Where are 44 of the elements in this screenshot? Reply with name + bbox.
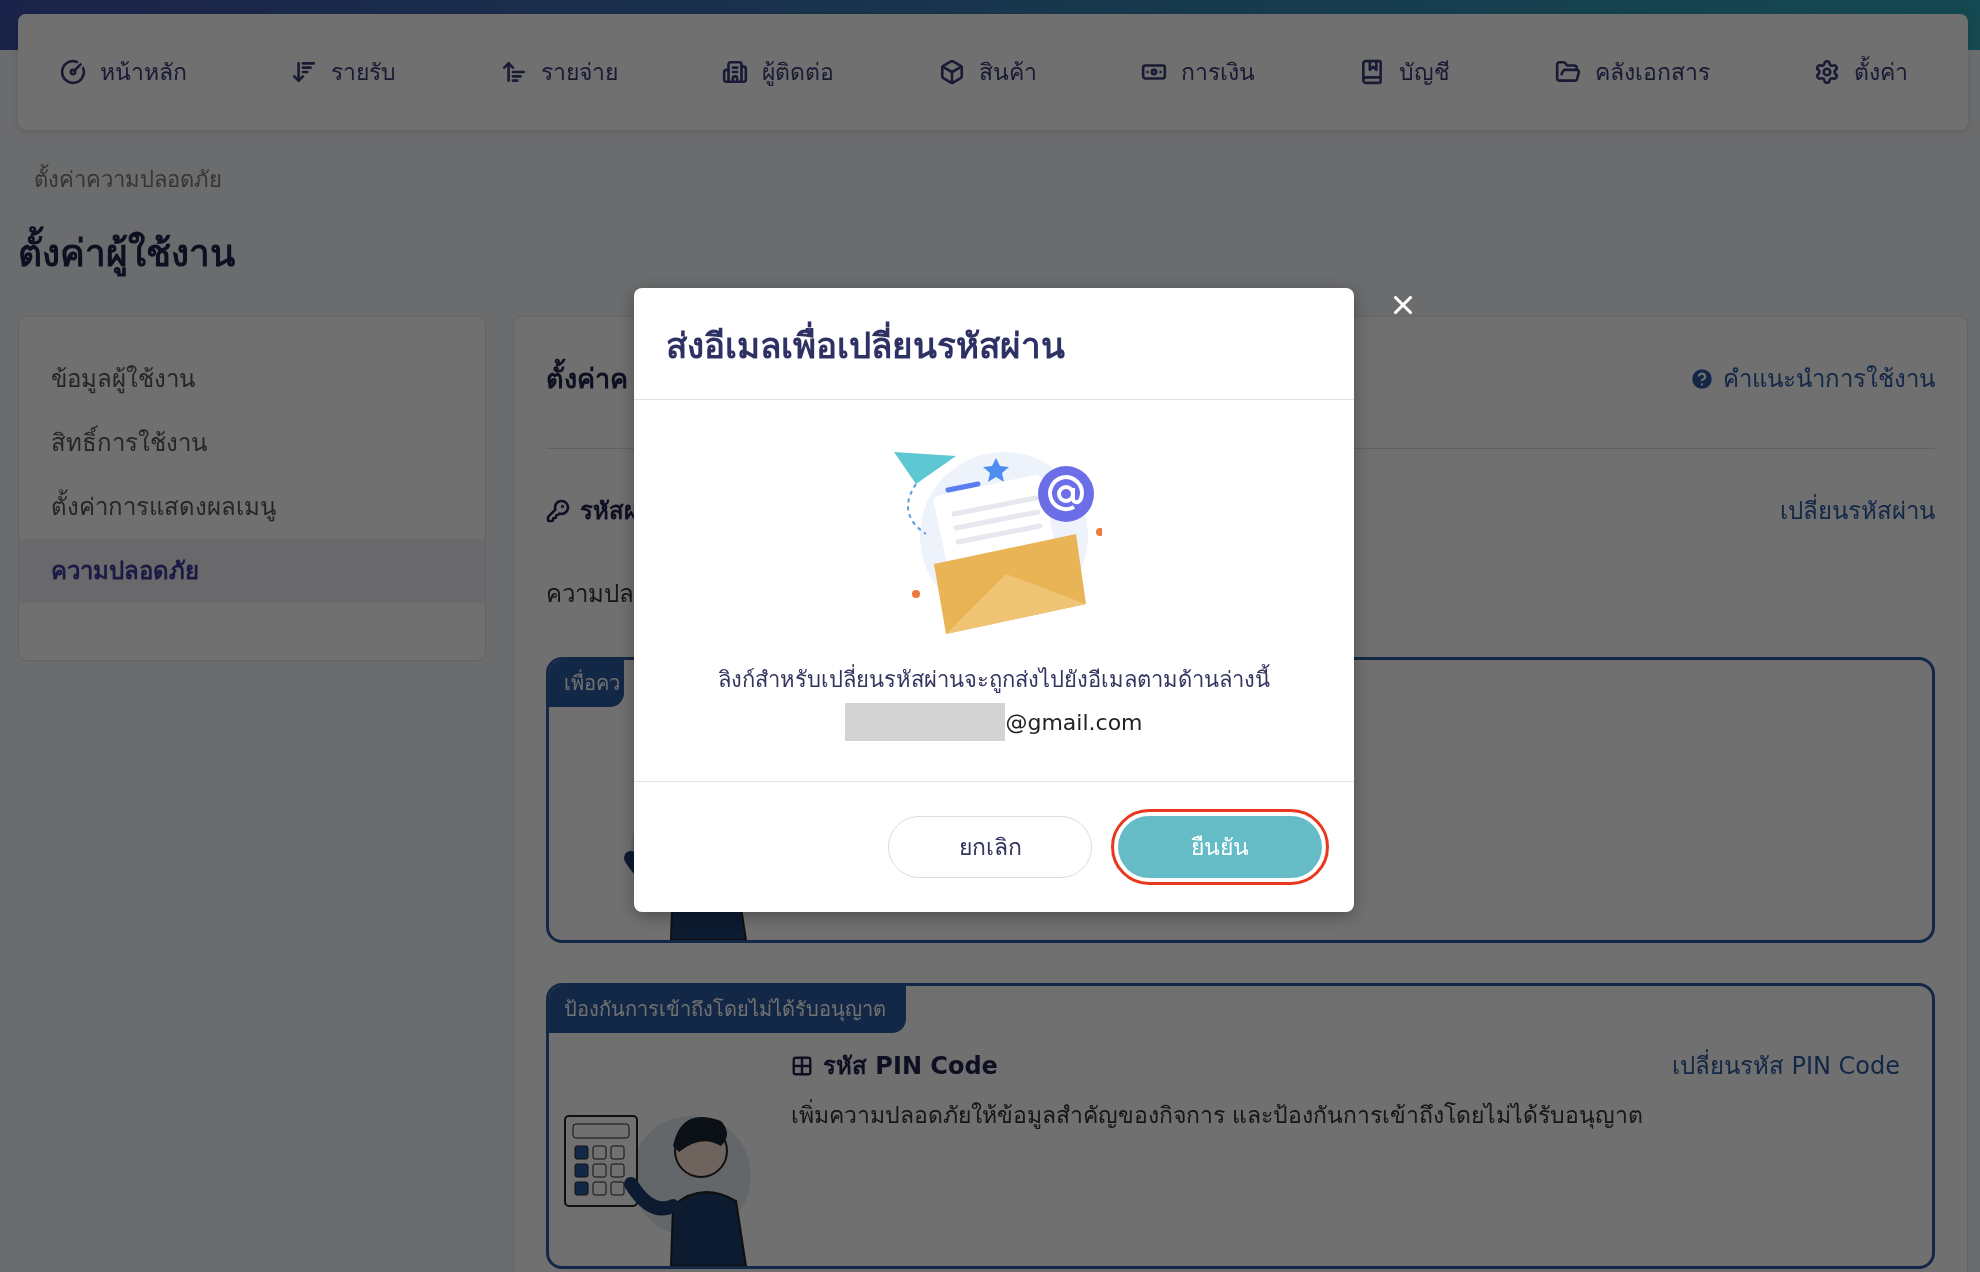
modal-message: ลิงก์สำหรับเปลี่ยนรหัสผ่านจะถูกส่งไปยังอีเมลตามด้านล่างนี้ bbox=[718, 662, 1270, 697]
key-icon bbox=[546, 498, 570, 523]
nav-item[interactable]: หน้าหลัก bbox=[60, 54, 187, 90]
nav-label: บัญชี bbox=[1399, 58, 1451, 87]
cancel-button[interactable]: ยกเลิก bbox=[888, 816, 1092, 878]
nav-item[interactable]: รายจ่าย bbox=[500, 54, 618, 90]
page-title: ตั้งค่าผู้ใช้งาน bbox=[18, 223, 1968, 282]
nav-label: รายรับ bbox=[331, 58, 397, 87]
section-heading: ตั้งค่าค bbox=[546, 357, 628, 400]
email-address: @gmail.com bbox=[1005, 709, 1143, 735]
gauge-icon bbox=[60, 59, 86, 85]
card-tag: ป้องกันการเข้าถึงโดยไม่ได้รับอนุญาต bbox=[549, 986, 906, 1033]
nav-item[interactable]: บัญชี bbox=[1359, 54, 1451, 90]
card-description: เพิ่มความปลอดภัยให้ข้อมูลสำคัญของกิจการ และป้องกันการเข้าถึงโดยไม่ได้รับอนุญาต bbox=[791, 1097, 1900, 1133]
nav-label: คลังเอกสาร bbox=[1594, 58, 1710, 87]
nav-label: ตั้งค่า bbox=[1854, 54, 1908, 90]
folder-icon bbox=[1554, 59, 1581, 85]
security-text: ความปล bbox=[546, 579, 635, 610]
sidebar-item[interactable]: ตั้งค่าการแสดงผลเมนู bbox=[19, 475, 485, 539]
nav-label: หน้าหลัก bbox=[100, 58, 187, 87]
pin-code-label: รหัส PIN Code bbox=[823, 1051, 998, 1082]
nav-label: การเงิน bbox=[1180, 58, 1255, 87]
nav-label: ผู้ติดต่อ bbox=[762, 58, 835, 88]
help-link[interactable]: คำแนะนำการใช้งาน bbox=[1689, 359, 1935, 398]
sidebar-item[interactable]: ข้อมูลผู้ใช้งาน bbox=[19, 347, 485, 411]
breadcrumb: ตั้งค่าความปลอดภัย bbox=[34, 162, 1968, 197]
change-pin-link[interactable]: เปลี่ยนรหัส PIN Code bbox=[1671, 1046, 1900, 1085]
nav-item[interactable]: คลังเอกสาร bbox=[1554, 54, 1710, 90]
nav-label: รายจ่าย bbox=[540, 58, 618, 87]
change-password-link[interactable]: เปลี่ยนรหัสผ่าน bbox=[1780, 491, 1935, 530]
nav-label: สินค้า bbox=[978, 58, 1037, 87]
nav-item[interactable]: ผู้ติดต่อ bbox=[722, 54, 835, 90]
box-icon bbox=[938, 59, 965, 85]
at-sign-icon bbox=[1048, 475, 1084, 512]
sidebar-item[interactable]: ความปลอดภัย bbox=[19, 539, 485, 603]
card-tag: เพื่อคว bbox=[549, 660, 624, 707]
building-icon bbox=[722, 59, 749, 85]
modal-title: ส่งอีเมลเพื่อเปลี่ยนรหัสผ่าน bbox=[634, 288, 1354, 400]
nav-item[interactable]: การเงิน bbox=[1140, 54, 1255, 90]
nav-item[interactable]: สินค้า bbox=[938, 54, 1037, 90]
nav-item[interactable]: ตั้งค่า bbox=[1814, 54, 1908, 90]
settings-icon bbox=[1814, 59, 1840, 85]
sidebar-item[interactable]: สิทธิ์การใช้งาน bbox=[19, 411, 485, 475]
nav-item[interactable]: รายรับ bbox=[291, 54, 397, 90]
